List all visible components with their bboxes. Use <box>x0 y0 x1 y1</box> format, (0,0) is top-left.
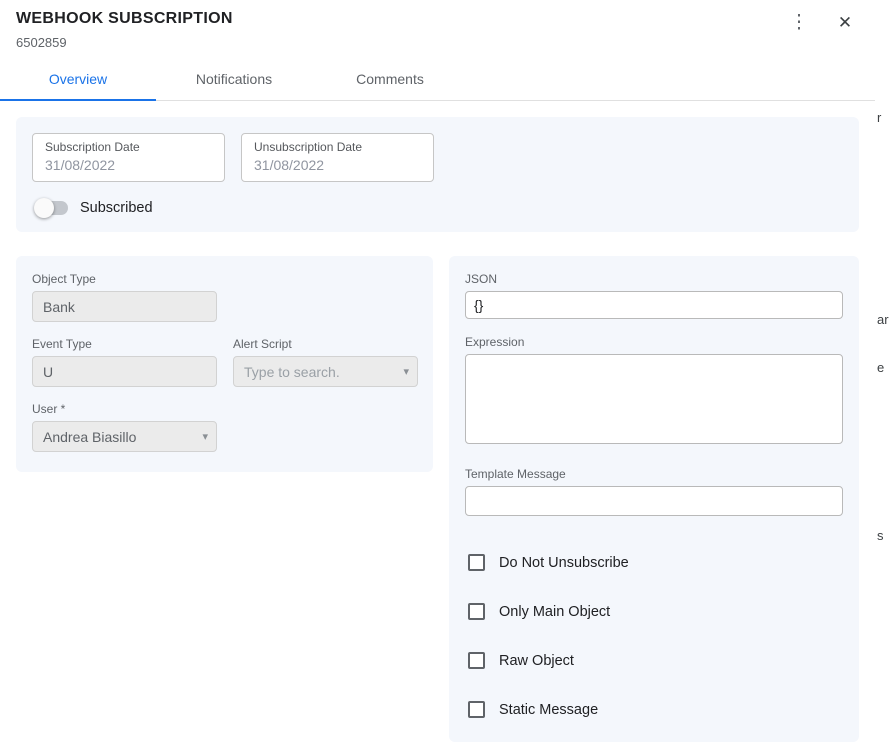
select-value: Andrea Biasillo <box>43 429 136 445</box>
dialog-header: WEBHOOK SUBSCRIPTION 6502859 ⋮ ✕ <box>0 0 875 54</box>
checkbox-icon <box>468 603 485 620</box>
field-value: 31/08/2022 <box>254 157 421 173</box>
page-title: WEBHOOK SUBSCRIPTION <box>16 8 859 28</box>
tab-label: Comments <box>356 71 424 87</box>
tab-content-overview: Subscription Date 31/08/2022 Unsubscript… <box>0 101 875 746</box>
field-label: JSON <box>465 272 843 286</box>
chevron-down-icon: ▾ <box>403 365 409 378</box>
checkbox-label: Raw Object <box>499 653 574 669</box>
checkbox-do-not-unsubscribe[interactable]: Do Not Unsubscribe <box>468 554 843 571</box>
clipped-text-fragment: r <box>877 110 881 125</box>
field-label: Subscription Date <box>45 140 212 154</box>
alert-script-group: Alert Script Type to search. ▾ <box>233 337 418 387</box>
tab-overview[interactable]: Overview <box>0 60 156 101</box>
user-group: User * Andrea Biasillo ▾ <box>32 402 417 452</box>
checkbox-icon <box>468 554 485 571</box>
subscribed-toggle[interactable] <box>34 201 68 215</box>
field-label: Alert Script <box>233 337 418 351</box>
json-input[interactable] <box>465 291 843 319</box>
subscription-section: Subscription Date 31/08/2022 Unsubscript… <box>16 117 859 232</box>
object-type-group: Object Type <box>32 272 417 322</box>
field-label: Template Message <box>465 467 843 481</box>
event-alert-row: Event Type Alert Script Type to search. … <box>32 337 417 402</box>
kebab-menu-icon[interactable]: ⋮ <box>787 10 811 34</box>
alert-script-select[interactable]: Type to search. ▾ <box>233 356 418 387</box>
record-id: 6502859 <box>16 35 859 50</box>
options-checkbox-list: Do Not Unsubscribe Only Main Object Raw … <box>465 554 843 718</box>
field-label: Unsubscription Date <box>254 140 421 154</box>
webhook-subscription-dialog: WEBHOOK SUBSCRIPTION 6502859 ⋮ ✕ Overvie… <box>0 0 875 746</box>
checkbox-only-main-object[interactable]: Only Main Object <box>468 603 843 620</box>
checkbox-icon <box>468 701 485 718</box>
object-details-panel: Object Type Event Type Alert Script Type… <box>16 256 433 472</box>
checkbox-raw-object[interactable]: Raw Object <box>468 652 843 669</box>
event-type-group: Event Type <box>32 337 217 387</box>
clipped-text-fragment: s <box>877 528 884 543</box>
field-label: Object Type <box>32 272 417 286</box>
event-type-input[interactable] <box>32 356 217 387</box>
chevron-down-icon: ▾ <box>202 430 208 443</box>
select-placeholder: Type to search. <box>244 364 340 380</box>
close-icon[interactable]: ✕ <box>833 10 857 34</box>
checkbox-label: Do Not Unsubscribe <box>499 555 629 571</box>
field-label: User * <box>32 402 417 416</box>
field-value: 31/08/2022 <box>45 157 212 173</box>
header-actions: ⋮ ✕ <box>787 10 857 34</box>
checkbox-label: Static Message <box>499 702 598 718</box>
toggle-label: Subscribed <box>80 200 153 216</box>
user-select[interactable]: Andrea Biasillo ▾ <box>32 421 217 452</box>
unsubscription-date-field[interactable]: Unsubscription Date 31/08/2022 <box>241 133 434 182</box>
tab-notifications[interactable]: Notifications <box>156 60 312 101</box>
checkbox-icon <box>468 652 485 669</box>
clipped-text-fragment: e <box>877 360 884 375</box>
tab-label: Notifications <box>196 71 272 87</box>
clipped-text-fragment: ar <box>877 312 889 327</box>
expression-group: Expression <box>465 335 843 449</box>
subscription-date-field[interactable]: Subscription Date 31/08/2022 <box>32 133 225 182</box>
date-row: Subscription Date 31/08/2022 Unsubscript… <box>32 133 843 182</box>
lower-panels: Object Type Event Type Alert Script Type… <box>16 256 859 742</box>
template-message-group: Template Message <box>465 467 843 516</box>
toggle-thumb <box>34 198 54 218</box>
tab-comments[interactable]: Comments <box>312 60 468 101</box>
tab-label: Overview <box>49 71 107 87</box>
object-type-input[interactable] <box>32 291 217 322</box>
field-label: Expression <box>465 335 843 349</box>
subscribed-toggle-row: Subscribed <box>32 200 843 216</box>
tab-bar: Overview Notifications Comments <box>0 60 875 101</box>
field-label: Event Type <box>32 337 217 351</box>
expression-textarea[interactable] <box>465 354 843 444</box>
json-group: JSON <box>465 272 843 319</box>
template-message-input[interactable] <box>465 486 843 516</box>
background-page-strip: r ar e s <box>875 0 895 746</box>
message-panel: JSON Expression Template Message Do Not … <box>449 256 859 742</box>
checkbox-label: Only Main Object <box>499 604 610 620</box>
checkbox-static-message[interactable]: Static Message <box>468 701 843 718</box>
